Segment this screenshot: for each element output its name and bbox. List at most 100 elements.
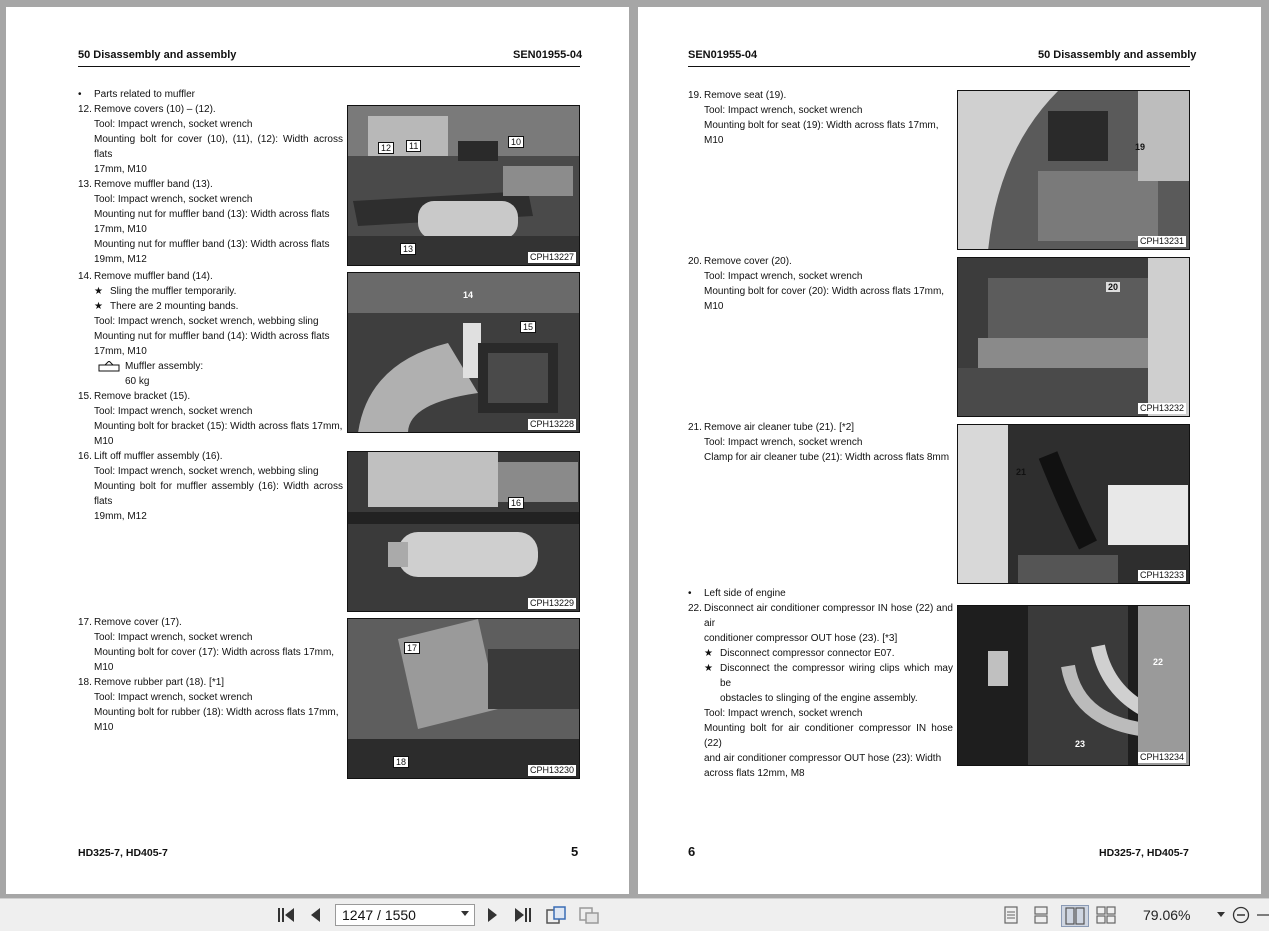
photo-muffler-assembly: 16 CPH13229 [347,451,580,612]
zoom-slider-icon[interactable] [1256,905,1269,925]
spec-line: Mounting bolt for cover (20): Width acro… [704,286,945,312]
tool-line: Tool: Impact wrench, socket wrench [94,692,253,703]
snapshot-icon[interactable] [577,905,601,925]
zoom-dropdown-icon[interactable] [1216,905,1226,925]
callout-16: 16 [508,497,525,509]
tool-line: Tool: Impact wrench, socket wrench [94,194,253,205]
page-number-input[interactable]: 1247 / 1550 [335,904,475,926]
two-page-continuous-icon[interactable] [1095,905,1117,925]
header-doc-code: SEN01955-04 [688,49,758,61]
bullet-item: • Left side of engine [688,588,786,599]
figure-code: CPH13232 [1137,403,1186,414]
step-12: 12. Remove covers (10) – (12). [78,104,216,115]
callout-22: 22 [1153,657,1164,667]
photo-muffler-band: 14 15 CPH13228 [347,272,580,433]
zoom-level[interactable]: 79.06% [1143,907,1190,923]
figure-code: CPH13234 [1137,752,1186,763]
spec-line: Mounting bolt for cover (17): Width acro… [94,647,335,673]
spec-line: Mounting bolt for rubber (18): Width acr… [94,707,339,718]
spec-line: M10 [94,436,114,447]
figure-code: CPH13229 [527,598,576,609]
page-6: SEN01955-04 50 Disassembly and assembly … [638,7,1261,894]
step-19: 19. Remove seat (19). [688,90,787,101]
spec-line: 19mm, M12 [94,254,147,265]
page-number: 5 [571,844,579,859]
weight-value: 60 kg [125,376,150,387]
viewer-toolbar: 1247 / 1550 79.06% [0,898,1269,931]
chevron-down-icon[interactable] [461,911,469,916]
header-rule [78,66,580,67]
star-note: ★ Sling the muffler temporarily. [94,286,237,297]
spec-line: Mounting nut for muffler band (13): Widt… [94,209,330,220]
next-page-icon[interactable] [483,905,503,925]
tool-line: Tool: Impact wrench, socket wrench [704,105,863,116]
text-column: 21. Remove air cleaner tube (21). [*2] To… [688,420,953,465]
step-21: 21. Remove air cleaner tube (21). [*2] [688,422,855,433]
spec-line: Mounting nut for muffler band (13): Widt… [94,239,330,250]
text-column: 19. Remove seat (19). Tool: Impact wrench… [688,88,953,148]
text-column: 14. Remove muffler band (14). ★ Sling the … [78,269,343,524]
step-20: 20. Remove cover (20). [688,256,792,267]
step-15: 15. Remove bracket (15). [78,391,191,402]
callout-12: 12 [378,142,395,154]
callout-20: 20 [1106,282,1121,292]
spec-line: Mounting bolt for muffler assembly (16):… [94,481,343,507]
figure-code: CPH13230 [527,765,576,776]
tool-line: Tool: Impact wrench, socket wrench [704,437,863,448]
step-18: 18. Remove rubber part (18). [*1] [78,677,225,688]
tool-line: Tool: Impact wrench, socket wrench, webb… [94,316,319,327]
figure-code: CPH13227 [527,252,576,263]
photo-cover-rubber: 17 18 CPH13230 [347,618,580,779]
spec-line: 17mm, M10 [94,164,147,175]
callout-18: 18 [393,756,410,768]
figure-code: CPH13233 [1137,570,1186,581]
zoom-out-icon[interactable] [1230,905,1252,925]
photo-air-cleaner-tube: 21 CPH13233 [957,424,1190,584]
tool-line: Tool: Impact wrench, socket wrench [704,708,863,719]
spec-line: across flats 12mm, M8 [704,768,805,779]
spec-line: and air conditioner compressor OUT hose … [704,753,942,764]
weight-note: Muffler assembly: [78,359,343,374]
step-13: 13. Remove muffler band (13). [78,179,213,190]
two-page-view-icon[interactable] [1061,905,1089,927]
step-14: 14. Remove muffler band (14). [78,271,213,282]
star-note: ★ There are 2 mounting bands. [94,301,239,312]
header-rule [688,66,1190,67]
figure-code: CPH13231 [1137,236,1186,247]
text-column: • Parts related to muffler 12. Remove cove… [78,87,343,267]
callout-14: 14 [463,290,474,300]
page-number-text: 1247 / 1550 [342,907,416,923]
text-column: 17. Remove cover (17). Tool: Impact wrenc… [78,615,343,735]
first-page-icon[interactable] [275,905,297,925]
callout-21: 21 [1016,467,1027,477]
spec-line: Mounting bolt for cover (10), (11), (12)… [94,134,343,160]
bullet-item: • Parts related to muffler [78,89,195,100]
last-page-icon[interactable] [512,905,534,925]
spec-line: Mounting bolt for seat (19): Width acros… [704,120,939,146]
tool-line: Tool: Impact wrench, socket wrench, webb… [94,466,319,477]
spec-line: Mounting bolt for air conditioner compre… [704,723,953,749]
photo-cover: 20 CPH13232 [957,257,1190,417]
tool-line: Tool: Impact wrench, socket wrench [94,632,253,643]
page-number: 6 [688,844,696,859]
document-viewer[interactable]: 50 Disassembly and assembly SEN01955-04 … [0,0,1269,898]
page-5: 50 Disassembly and assembly SEN01955-04 … [6,7,629,894]
callout-13: 13 [400,243,417,255]
tool-line: Tool: Impact wrench, socket wrench [94,406,253,417]
continuous-view-icon[interactable] [1030,905,1052,925]
prev-page-icon[interactable] [305,905,325,925]
callout-11: 11 [406,140,422,152]
single-page-view-icon[interactable] [1000,905,1022,925]
step-22: 22. Disconnect air conditioner compressor… [688,603,953,629]
spec-line: Clamp for air cleaner tube (21): Width a… [704,452,950,463]
star-note-cont: obstacles to slinging of the engine asse… [720,693,918,704]
spec-line: 17mm, M10 [94,346,147,357]
tool-line: Tool: Impact wrench, socket wrench [94,119,253,130]
text-column: • Left side of engine 22. Disconnect air c… [688,586,953,781]
star-note: ★ Disconnect compressor connector E07. [704,648,895,659]
callout-17: 17 [404,642,421,654]
spec-line: Mounting nut for muffler band (14): Widt… [94,331,330,342]
rotate-icon[interactable] [544,905,568,925]
header-section-title: 50 Disassembly and assembly [1038,49,1197,61]
text-column: 20. Remove cover (20). Tool: Impact wrenc… [688,254,953,314]
